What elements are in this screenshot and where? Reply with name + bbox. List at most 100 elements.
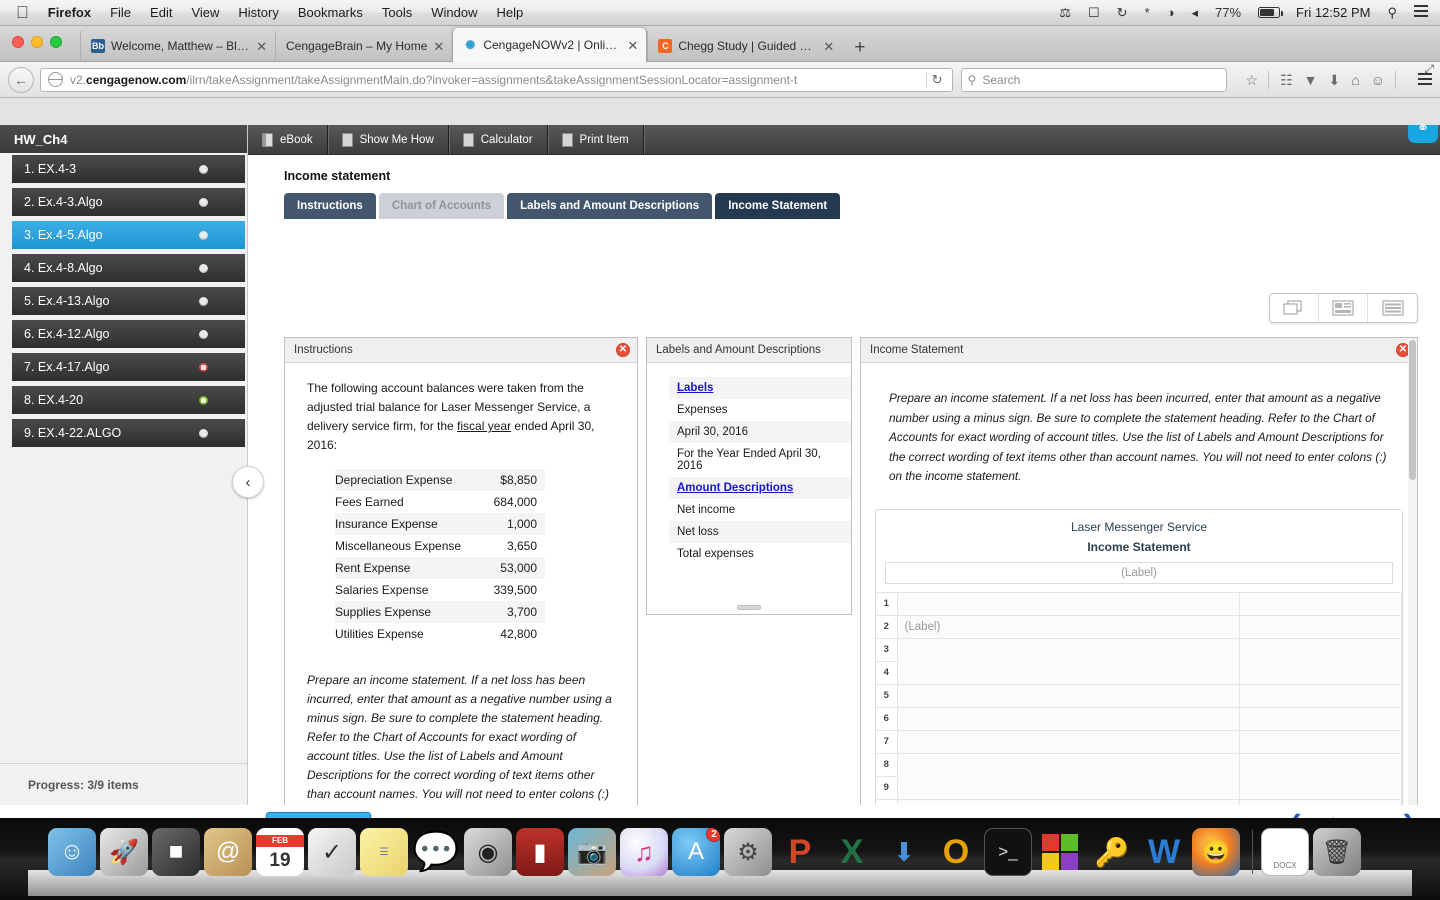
tab-labels-and-amount-descriptions[interactable]: Labels and Amount Descriptions — [507, 193, 713, 219]
support-headset-icon[interactable]: ⚭ — [1408, 125, 1438, 143]
labels-heading[interactable]: Labels — [669, 377, 851, 399]
close-instructions-icon[interactable]: ✕ — [616, 343, 630, 357]
apple-menu-icon[interactable]:  — [16, 4, 29, 21]
browser-tab-chegg[interactable]: C Chegg Study | Guided Sol... ✕ — [647, 31, 842, 61]
resize-grip[interactable] — [737, 605, 761, 610]
photobooth-icon[interactable]: ▮ — [516, 828, 564, 876]
zoom-window-button[interactable] — [50, 36, 62, 48]
photos-icon[interactable]: 📷 — [568, 828, 616, 876]
tab-chart-of-accounts[interactable]: Chart of Accounts — [378, 193, 505, 219]
fullscreen-toggle-icon[interactable]: ⤢ — [1424, 62, 1434, 77]
pocket-icon[interactable]: ▼ — [1304, 73, 1318, 87]
list-item[interactable]: Net loss — [669, 521, 851, 543]
menubar-clock[interactable]: Fri 12:52 PM — [1296, 5, 1370, 20]
mission-control-icon[interactable]: ■ — [152, 828, 200, 876]
reminders-icon[interactable]: ✓ — [308, 828, 356, 876]
window-controls[interactable] — [12, 36, 62, 48]
show-me-how-button[interactable]: Show Me How — [328, 125, 449, 154]
search-input[interactable]: ⚲ Search — [960, 67, 1227, 92]
list-item[interactable]: April 30, 2016 — [669, 421, 851, 443]
wifi-icon[interactable]: ◑ — [1167, 5, 1175, 20]
system-preferences-icon[interactable]: ⚙ — [724, 828, 772, 876]
close-tab-icon[interactable]: ✕ — [433, 40, 444, 53]
sidebar-item-5[interactable]: 5. Ex.4-13.Algo — [12, 287, 245, 315]
amount-cell[interactable] — [1239, 683, 1402, 708]
sidebar-item-6[interactable]: 6. Ex.4-12.Algo — [12, 320, 245, 348]
menu-item-firefox[interactable]: Firefox — [48, 5, 91, 20]
calendar-icon[interactable]: FEB 19 — [256, 828, 304, 876]
sidebar-item-4[interactable]: 4. Ex.4-8.Algo — [12, 254, 245, 282]
tab-income-statement[interactable]: Income Statement — [715, 193, 841, 219]
menu-item-window[interactable]: Window — [431, 5, 477, 20]
back-button[interactable]: ← — [8, 66, 34, 93]
minimize-window-button[interactable] — [31, 36, 43, 48]
fiscal-year-link[interactable]: fiscal year — [457, 419, 511, 433]
excel-icon[interactable]: X — [828, 828, 876, 876]
sheet-heading-label-input[interactable]: (Label) — [885, 561, 1393, 584]
split-view-icon[interactable] — [1319, 294, 1368, 322]
sync-smiley-icon[interactable]: ☺ — [1371, 73, 1385, 87]
account-cell[interactable] — [896, 706, 1240, 731]
keychain-icon[interactable]: 🔑 — [1088, 828, 1136, 876]
powerpoint-icon[interactable]: P — [776, 828, 824, 876]
url-bar[interactable]: v2.cengagenow.com/ilrn/takeAssignment/ta… — [40, 67, 953, 92]
word-icon[interactable]: W — [1140, 828, 1188, 876]
bluetooth-icon[interactable]: * — [1145, 5, 1150, 20]
notification-center-icon[interactable] — [1414, 5, 1428, 20]
browser-tab-cengagenow[interactable]: ✺ CengageNOWv2 | Online t... ✕ — [452, 28, 648, 62]
amount-descriptions-heading[interactable]: Amount Descriptions — [669, 477, 851, 499]
account-cell[interactable] — [896, 637, 1240, 685]
browser-tab-cengagebrain[interactable]: CengageBrain – My Home ✕ — [275, 31, 452, 61]
timemachine-icon[interactable]: ↻ — [1117, 5, 1128, 20]
dropbox-icon[interactable]: ⚖ — [1059, 5, 1071, 20]
sidebar-item-9[interactable]: 9. EX.4-22.ALGO — [12, 419, 245, 447]
reader-list-icon[interactable]: ☷ — [1280, 73, 1293, 87]
volume-icon[interactable]: ◂ — [1191, 5, 1198, 20]
app-store-icon[interactable]: A2 — [672, 828, 720, 876]
messages-icon[interactable]: 💬 — [412, 828, 460, 876]
amount-cell[interactable] — [1239, 591, 1402, 616]
airplay-icon[interactable]: ☐ — [1088, 5, 1100, 20]
sidebar-item-8[interactable]: 8. EX.4-20 — [12, 386, 245, 414]
onenote-icon[interactable]: O — [932, 828, 980, 876]
itunes-icon[interactable]: ♫ — [620, 828, 668, 876]
spotlight-search-icon[interactable]: ⚲ — [1387, 5, 1397, 20]
print-item-button[interactable]: Print Item — [548, 125, 644, 154]
reload-icon[interactable]: ↻ — [925, 71, 948, 88]
menu-item-edit[interactable]: Edit — [150, 5, 172, 20]
account-cell[interactable] — [896, 683, 1240, 708]
firefox-icon[interactable]: 😀 — [1192, 828, 1240, 876]
microsoft-icon[interactable] — [1036, 828, 1084, 876]
cascade-view-icon[interactable] — [1270, 294, 1319, 322]
account-cell[interactable] — [896, 752, 1240, 800]
terminal-icon[interactable]: >_ — [984, 828, 1032, 876]
contacts-icon[interactable]: @ — [204, 828, 252, 876]
battery-icon[interactable] — [1258, 6, 1284, 20]
sidebar-item-1[interactable]: 1. EX.4-3 — [12, 155, 245, 183]
list-item[interactable]: Expenses — [669, 399, 851, 421]
amount-cell[interactable] — [1239, 614, 1402, 639]
tab-instructions[interactable]: Instructions — [284, 193, 376, 219]
list-item[interactable]: Total expenses — [669, 543, 851, 565]
menu-item-file[interactable]: File — [110, 5, 131, 20]
bookmark-star-icon[interactable]: ☆ — [1246, 73, 1259, 87]
close-tab-icon[interactable]: ✕ — [256, 40, 267, 53]
notes-icon[interactable]: ☰ — [360, 828, 408, 876]
close-tab-icon[interactable]: ✕ — [627, 39, 638, 52]
facetime-icon[interactable]: ◉ — [464, 828, 512, 876]
menu-item-tools[interactable]: Tools — [382, 5, 412, 20]
trash-icon[interactable]: 🗑 — [1313, 828, 1361, 876]
launchpad-icon[interactable]: 🚀 — [100, 828, 148, 876]
sidebar-item-7[interactable]: 7. Ex.4-17.Algo — [12, 353, 245, 381]
account-cell[interactable] — [896, 729, 1240, 754]
scrollbar-thumb[interactable] — [1409, 340, 1416, 480]
browser-tab-blackboard[interactable]: Bb Welcome, Matthew – Black... ✕ — [80, 31, 275, 61]
menu-item-help[interactable]: Help — [497, 5, 524, 20]
menu-item-history[interactable]: History — [238, 5, 278, 20]
list-item[interactable]: For the Year Ended April 30, 2016 — [669, 443, 851, 477]
docx-file-icon[interactable]: DOCX — [1261, 828, 1309, 876]
amount-cell[interactable] — [1239, 752, 1402, 800]
close-window-button[interactable] — [12, 36, 24, 48]
account-cell[interactable] — [896, 591, 1240, 616]
home-icon[interactable]: ⌂ — [1351, 73, 1359, 87]
